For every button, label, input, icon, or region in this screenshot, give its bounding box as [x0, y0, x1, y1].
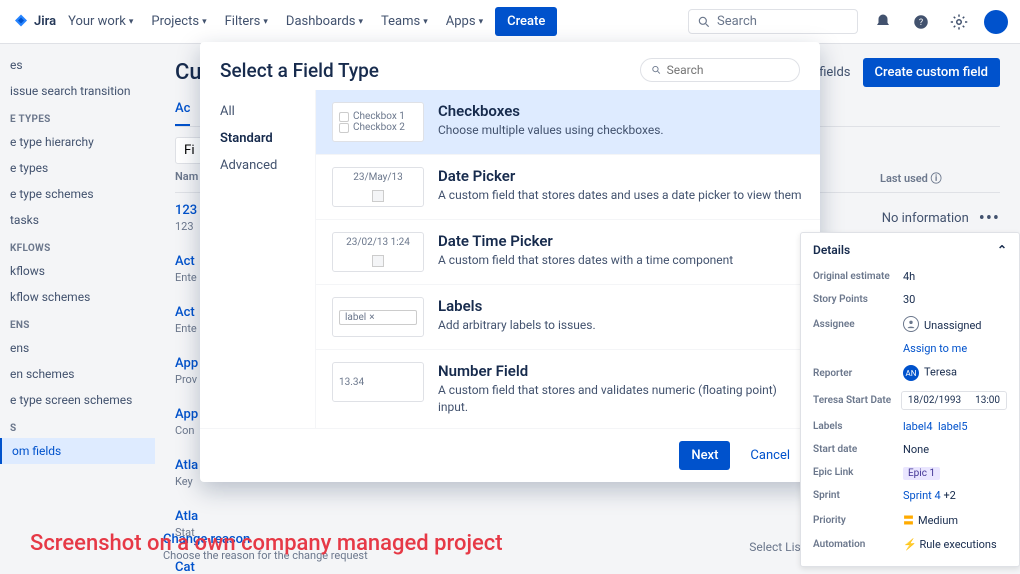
modal-categories: All Standard Advanced: [200, 90, 315, 428]
person-icon: [903, 316, 919, 332]
search-icon: [651, 64, 662, 76]
field-desc: Add arbitrary labels to issues.: [438, 317, 596, 334]
field-type-date-picker[interactable]: 23/May/13 Date Picker A custom field that…: [316, 155, 820, 220]
field-title: Checkboxes: [438, 102, 664, 120]
modal-title: Select a Field Type: [220, 59, 379, 82]
preview-date: 23/May/13: [332, 167, 424, 207]
detail-assignee[interactable]: Unassigned: [903, 316, 1007, 332]
detail-epic[interactable]: Epic 1: [903, 466, 1007, 479]
preview-labels: label ×: [332, 297, 424, 337]
field-type-modal: Select a Field Type All Standard Advance…: [200, 42, 820, 482]
field-desc: A custom field that stores dates and use…: [438, 187, 802, 204]
cancel-button[interactable]: Cancel: [740, 441, 800, 470]
details-title: Details: [813, 243, 850, 257]
issue-details-panel: Details⌃ Original estimate4h Story Point…: [800, 232, 1020, 567]
field-title: Number Field: [438, 362, 804, 380]
field-title: Date Time Picker: [438, 232, 733, 250]
modal-search[interactable]: [640, 58, 800, 82]
field-type-number[interactable]: 13.34 Number Field A custom field that st…: [316, 350, 820, 428]
chevron-up-icon[interactable]: ⌃: [997, 243, 1007, 257]
calendar-icon: [372, 190, 384, 202]
avatar: AN: [903, 365, 919, 381]
detail-story-points[interactable]: 30: [903, 293, 1007, 306]
field-type-datetime-picker[interactable]: 23/02/13 1:24 Date Time Picker A custom f…: [316, 220, 820, 285]
modal-cat-standard[interactable]: Standard: [220, 125, 295, 152]
field-type-labels[interactable]: label × Labels Add arbitrary labels to is…: [316, 285, 820, 350]
field-title: Labels: [438, 297, 596, 315]
priority-icon: 〓: [903, 514, 914, 527]
detail-reporter[interactable]: ANTeresa: [903, 365, 1007, 381]
detail-labels[interactable]: label4 label5: [903, 420, 1007, 433]
field-type-checkboxes[interactable]: Checkbox 1 Checkbox 2 Checkboxes Choose m…: [316, 90, 820, 155]
field-title: Date Picker: [438, 167, 802, 185]
modal-cat-advanced[interactable]: Advanced: [220, 152, 295, 179]
field-desc: A custom field that stores and validates…: [438, 382, 804, 416]
preview-datetime: 23/02/13 1:24: [332, 232, 424, 272]
field-desc: A custom field that stores dates with a …: [438, 252, 733, 269]
caption-overlay: Screenshot on a own company managed proj…: [30, 531, 503, 556]
bolt-icon: ⚡: [903, 538, 917, 551]
next-button[interactable]: Next: [679, 441, 730, 470]
field-desc: Choose multiple values using checkboxes.: [438, 122, 664, 139]
modal-search-input[interactable]: [667, 63, 789, 77]
detail-startdate[interactable]: None: [903, 443, 1007, 456]
detail-priority[interactable]: 〓Medium: [903, 512, 1007, 528]
preview-number: 13.34: [332, 362, 424, 402]
detail-start-date[interactable]: 18/02/199313:00: [901, 391, 1007, 410]
detail-automation[interactable]: ⚡ Rule executions: [903, 538, 1007, 551]
preview-checkboxes: Checkbox 1 Checkbox 2: [332, 102, 424, 142]
modal-cat-all[interactable]: All: [220, 98, 295, 125]
detail-estimate[interactable]: 4h: [903, 270, 1007, 283]
detail-sprint[interactable]: Sprint 4 +2: [903, 489, 1007, 502]
calendar-icon: [372, 255, 384, 267]
assign-to-me-link[interactable]: Assign to me: [903, 342, 1007, 355]
field-type-list: Checkbox 1 Checkbox 2 Checkboxes Choose m…: [315, 90, 820, 428]
